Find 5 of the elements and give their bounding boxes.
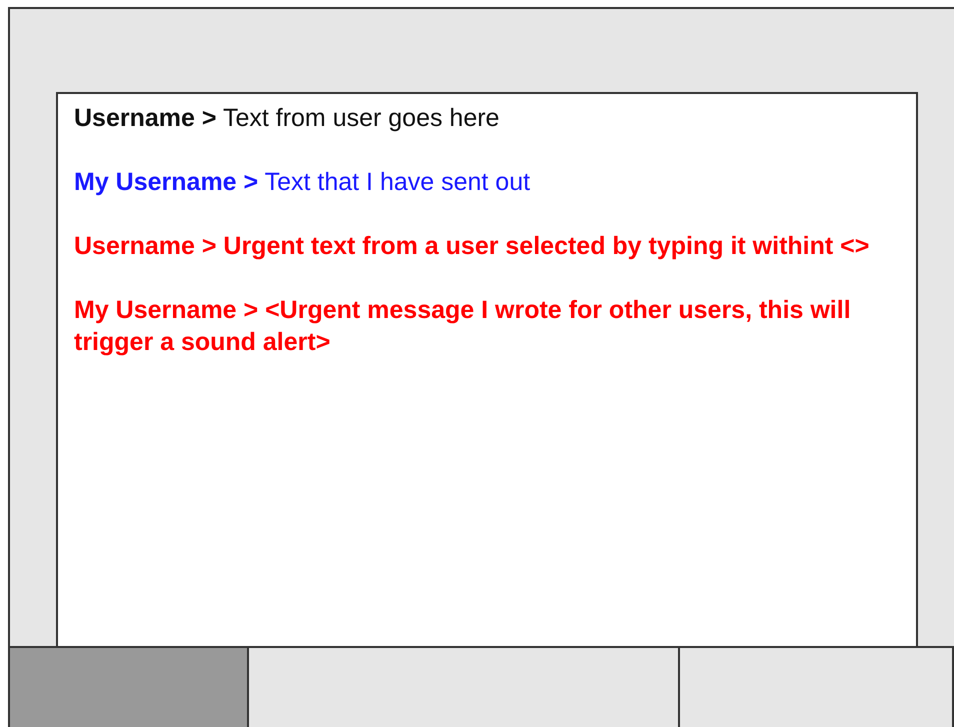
bottom-tab[interactable] bbox=[10, 648, 249, 727]
chat-message: Username > Text from user goes here bbox=[74, 103, 500, 134]
chat-message: My Username > <Urgent message I wrote for other users, this will trigger a sound alert> bbox=[74, 295, 852, 358]
chat-message: My Username > Text that I have sent out bbox=[74, 167, 532, 198]
chat-message: Username > Urgent text from a user selected by typing it withint <> bbox=[74, 231, 870, 262]
